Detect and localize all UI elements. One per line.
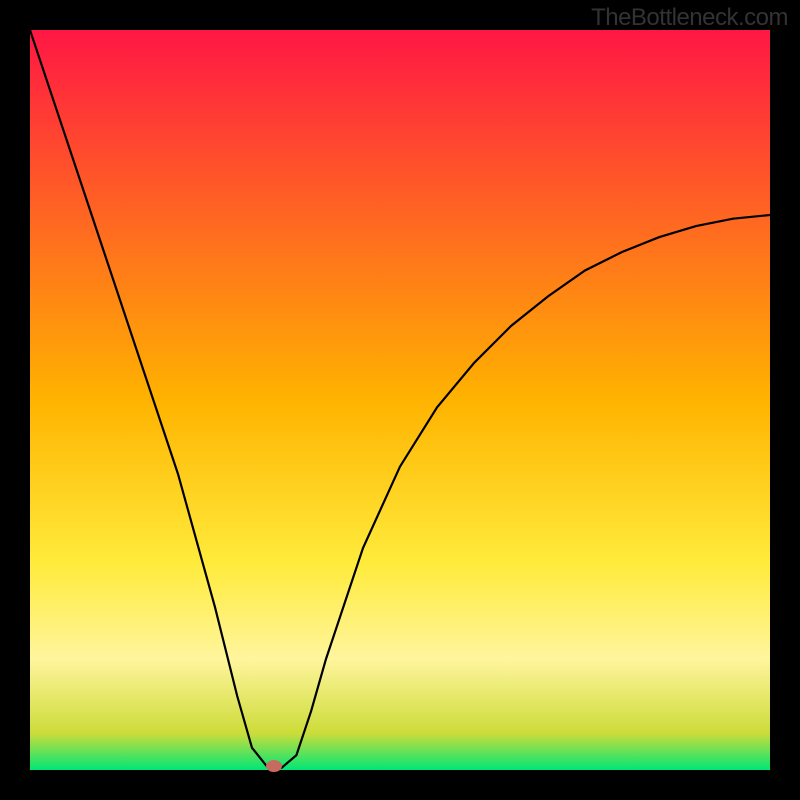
bottleneck-curve (30, 30, 770, 769)
attribution-text: TheBottleneck.com (591, 4, 788, 32)
chart-container: TheBottleneck.com (0, 0, 800, 800)
plot-area (30, 30, 770, 770)
optimum-marker (266, 760, 282, 772)
curve-layer (30, 30, 770, 770)
